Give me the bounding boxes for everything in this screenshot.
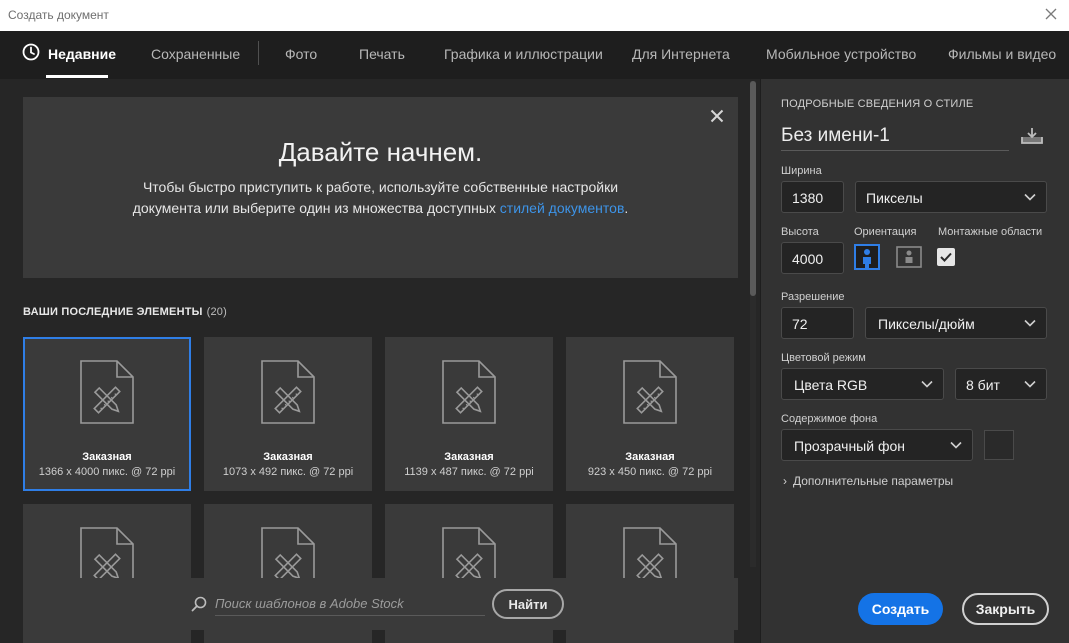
background-color-swatch[interactable] — [984, 430, 1014, 460]
recent-item-name: Заказная — [263, 451, 313, 463]
chevron-right-icon: › — [783, 474, 787, 488]
recent-item[interactable]: Заказная 923 x 450 пикс. @ 72 ppi — [566, 337, 734, 491]
stock-search-bar: Найти — [23, 578, 738, 630]
scroll-thumb[interactable] — [750, 81, 756, 296]
resolution-unit-select[interactable]: Пикселы/дюйм — [865, 307, 1047, 339]
bit-depth-value: 8 бит — [966, 377, 1000, 393]
chevron-down-icon — [950, 441, 962, 449]
welcome-text-end: . — [624, 200, 629, 216]
main-scrollbar[interactable] — [750, 81, 756, 567]
width-unit-value: Пикселы — [866, 190, 923, 206]
recent-item-name: Заказная — [625, 451, 675, 463]
tab-film-video[interactable]: Фильмы и видео — [948, 46, 1056, 62]
artboards-checkbox[interactable] — [937, 248, 955, 266]
clock-icon — [22, 43, 40, 61]
presets-link[interactable]: стилей документов — [500, 200, 625, 216]
advanced-options-label: Дополнительные параметры — [793, 474, 954, 488]
recent-item-dims: 1139 x 487 пикс. @ 72 ppi — [404, 466, 534, 478]
document-name-field[interactable]: Без имени-1 — [781, 125, 1009, 151]
tab-graphics[interactable]: Графика и иллюстрации — [444, 46, 603, 62]
color-mode-value: Цвета RGB — [794, 377, 868, 393]
save-preset-icon[interactable] — [1020, 127, 1044, 145]
window-titlebar: Создать документ — [0, 0, 1069, 31]
tab-saved[interactable]: Сохраненные — [151, 46, 240, 62]
advanced-options-toggle[interactable]: › Дополнительные параметры — [783, 474, 953, 488]
tab-divider — [258, 41, 259, 65]
height-input[interactable]: 4000 — [781, 242, 844, 274]
artboards-label: Монтажные области — [938, 226, 1043, 238]
active-tab-indicator — [46, 75, 108, 78]
color-mode-select[interactable]: Цвета RGB — [781, 368, 944, 400]
welcome-banner: Давайте начнем. Чтобы быстро приступить … — [23, 97, 738, 278]
recent-count: (20) — [206, 306, 227, 318]
resolution-input[interactable]: 72 — [781, 307, 854, 339]
recent-item[interactable]: Заказная 1366 x 4000 пикс. @ 72 ppi — [23, 337, 191, 491]
portrait-orientation-icon[interactable] — [854, 244, 880, 270]
document-icon — [80, 360, 134, 424]
landscape-orientation-icon[interactable] — [896, 244, 922, 270]
find-button[interactable]: Найти — [492, 589, 564, 619]
recent-item-dims: 1366 x 4000 пикс. @ 72 ppi — [38, 466, 176, 478]
document-icon — [623, 360, 677, 424]
recent-item-dims: 923 x 450 пикс. @ 72 ppi — [587, 466, 713, 478]
orientation-label: Ориентация — [854, 226, 917, 238]
recent-item-dims: 1073 x 492 пикс. @ 72 ppi — [222, 466, 354, 478]
recent-item[interactable]: Заказная 1073 x 492 пикс. @ 72 ppi — [204, 337, 372, 491]
color-mode-label: Цветовой режим — [781, 352, 866, 364]
welcome-title: Давайте начнем. — [278, 137, 483, 167]
close-icon[interactable] — [710, 109, 724, 123]
recent-heading-label: ВАШИ ПОСЛЕДНИЕ ЭЛЕМЕНТЫ — [23, 306, 203, 318]
search-icon — [191, 596, 207, 612]
tab-print[interactable]: Печать — [359, 46, 405, 62]
stock-search-input[interactable] — [215, 592, 485, 616]
window-close-icon[interactable] — [1043, 6, 1059, 22]
width-input[interactable]: 1380 — [781, 181, 844, 213]
tab-mobile[interactable]: Мобильное устройство — [766, 46, 916, 62]
document-icon — [442, 360, 496, 424]
height-label: Высота — [781, 226, 819, 238]
welcome-text: Чтобы быстро приступить к работе, исполь… — [123, 177, 638, 219]
chevron-down-icon — [1024, 193, 1036, 201]
checkmark-icon — [940, 252, 952, 262]
main-area: Давайте начнем. Чтобы быстро приступить … — [0, 79, 760, 643]
window-title: Создать документ — [8, 8, 109, 22]
chevron-down-icon — [1024, 380, 1036, 388]
resolution-label: Разрешение — [781, 291, 845, 303]
recent-item-name: Заказная — [444, 451, 494, 463]
recent-item-name: Заказная — [82, 451, 132, 463]
background-select[interactable]: Прозрачный фон — [781, 429, 973, 461]
close-button[interactable]: Закрыть — [962, 593, 1049, 625]
category-tabs: Недавние Сохраненные Фото Печать Графика… — [0, 31, 1069, 79]
tab-recent[interactable]: Недавние — [48, 46, 116, 62]
width-unit-select[interactable]: Пикселы — [855, 181, 1047, 213]
tab-photo[interactable]: Фото — [285, 46, 317, 62]
create-button[interactable]: Создать — [858, 593, 943, 625]
width-label: Ширина — [781, 165, 822, 177]
panel-heading: ПОДРОБНЫЕ СВЕДЕНИЯ О СТИЛЕ — [781, 98, 974, 110]
background-label: Содержимое фона — [781, 413, 878, 425]
document-icon — [261, 360, 315, 424]
recent-heading: ВАШИ ПОСЛЕДНИЕ ЭЛЕМЕНТЫ (20) — [23, 306, 227, 318]
bit-depth-select[interactable]: 8 бит — [955, 368, 1047, 400]
chevron-down-icon — [1024, 319, 1036, 327]
tab-web[interactable]: Для Интернета — [632, 46, 730, 62]
background-value: Прозрачный фон — [794, 438, 905, 454]
recent-item[interactable]: Заказная 1139 x 487 пикс. @ 72 ppi — [385, 337, 553, 491]
resolution-unit-value: Пикселы/дюйм — [878, 316, 975, 332]
preset-details-panel: ПОДРОБНЫЕ СВЕДЕНИЯ О СТИЛЕ Без имени-1 Ш… — [761, 79, 1069, 643]
chevron-down-icon — [921, 380, 933, 388]
